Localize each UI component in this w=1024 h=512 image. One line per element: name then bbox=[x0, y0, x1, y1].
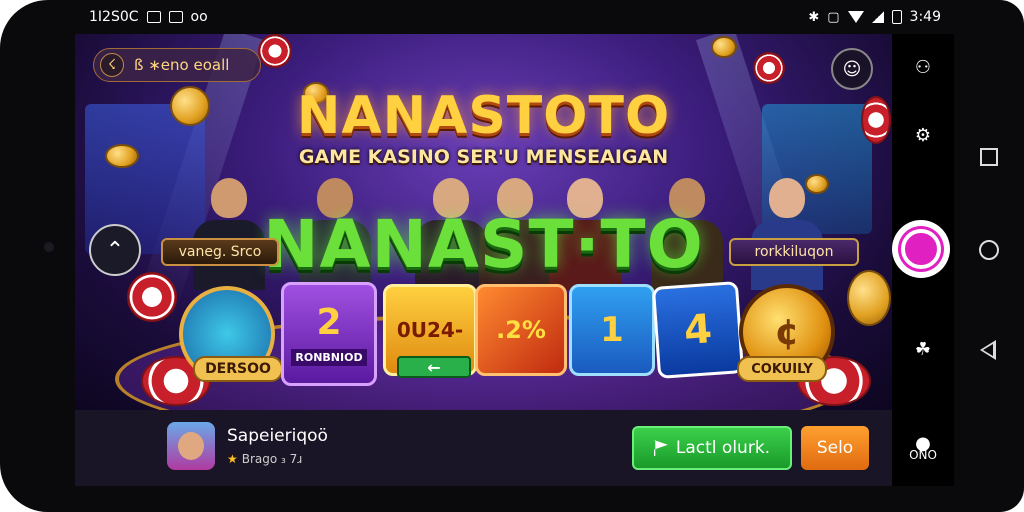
purple-tile-number: 2 bbox=[316, 302, 342, 343]
game-title-top: NANASTOTO bbox=[296, 86, 671, 146]
app-thumbnail[interactable] bbox=[167, 422, 215, 470]
toolbar-tool-button[interactable]: ☘ bbox=[906, 332, 940, 366]
install-button-label: Lactl olurk. bbox=[675, 438, 771, 458]
label-left: vaneg. Srco bbox=[161, 238, 279, 266]
bluetooth-icon: ✱ bbox=[808, 9, 820, 25]
secondary-button[interactable]: Selo bbox=[801, 426, 869, 470]
status-time: 3:49 bbox=[909, 9, 941, 25]
game-tile-purple[interactable]: 2 RONBNIOD bbox=[281, 282, 377, 386]
toolbar-notification-button[interactable]: ⚇ bbox=[906, 50, 940, 84]
chevron-up-icon: ⌃ bbox=[105, 237, 125, 263]
status-letters: oo bbox=[190, 9, 208, 25]
status-bar: 1I2S0C oo ✱ ▢ 3:49 bbox=[75, 4, 955, 30]
system-navbar bbox=[954, 110, 1024, 410]
notification-icon bbox=[146, 11, 161, 23]
toolbar-settings-button[interactable]: ⚙ bbox=[906, 118, 940, 152]
status-left-text: 1I2S0C bbox=[89, 9, 139, 25]
game-banner[interactable]: ☇ ß ∗eno eoall ☺ NANASTOTO GAME KASINO S… bbox=[75, 34, 892, 410]
toolbar-bottom-label: ONO bbox=[909, 448, 937, 462]
puzzle-icon: ☘ bbox=[914, 338, 932, 360]
label-right: rorkkiluqon bbox=[729, 238, 859, 266]
phone-frame: 1I2S0C oo ✱ ▢ 3:49 ☇ ß ∗eno eoall ☺ NANA… bbox=[0, 0, 1024, 512]
gear-icon: ⚙ bbox=[914, 124, 932, 146]
top-left-pill-label: ß ∗eno eoall bbox=[134, 56, 230, 74]
flag-icon bbox=[653, 440, 668, 456]
poker-chip-icon bbox=[258, 34, 292, 68]
coin-tile-label: COKUILY bbox=[737, 356, 827, 382]
green-arrow-bar[interactable]: ← bbox=[397, 356, 471, 378]
record-button[interactable] bbox=[892, 220, 950, 278]
secondary-button-label: Selo bbox=[816, 438, 854, 458]
back-icon-inner bbox=[983, 344, 993, 356]
right-toolbar: ⚇ ⚙ ☘ ● ONO bbox=[892, 34, 954, 486]
home-button[interactable] bbox=[979, 240, 999, 260]
wifi-icon bbox=[847, 11, 864, 23]
record-icon bbox=[901, 229, 941, 269]
bottom-bar: Sapeieriqoö ★ Brago ₃ 7ɹ Lactl olurk. Se… bbox=[75, 410, 892, 486]
game-subtitle: GAME KASINO SER'U MENSEAIGAN bbox=[298, 146, 669, 168]
vibrate-icon: ▢ bbox=[827, 9, 840, 25]
signal-icon bbox=[871, 11, 884, 23]
scroll-up-button[interactable]: ⌃ bbox=[89, 224, 141, 276]
arrow-left-icon: ← bbox=[427, 357, 441, 377]
battery-icon bbox=[891, 10, 902, 24]
app-name: Sapeieriqoö bbox=[227, 426, 328, 446]
cards-tile-text: 4 bbox=[682, 306, 714, 354]
gold-coin-icon bbox=[711, 36, 737, 58]
game-tile-cards[interactable]: 4 bbox=[651, 281, 745, 379]
app-meta-text: Brago ₃ 7ɹ bbox=[241, 452, 303, 466]
blue-tile-text: 1 bbox=[600, 310, 624, 350]
user-icon: ☺ bbox=[842, 58, 862, 80]
front-camera bbox=[44, 242, 54, 252]
poker-chip-icon bbox=[753, 52, 785, 84]
status-right: ✱ ▢ 3:49 bbox=[808, 9, 941, 25]
recents-button[interactable] bbox=[980, 148, 998, 166]
app-meta: ★ Brago ₃ 7ɹ bbox=[227, 452, 302, 466]
top-left-pill[interactable]: ☇ ß ∗eno eoall bbox=[93, 48, 261, 82]
profile-button[interactable]: ☺ bbox=[831, 48, 873, 90]
purple-tile-caption: RONBNIOD bbox=[291, 349, 367, 366]
star-icon: ★ bbox=[227, 452, 238, 466]
message-icon bbox=[168, 11, 183, 23]
coin-icon: ¢ bbox=[774, 311, 800, 353]
avatar-tile-label: DERSOO bbox=[193, 356, 283, 382]
yellow-tile-text: 0U24- bbox=[396, 318, 464, 342]
game-tile-blue[interactable]: 1 bbox=[569, 284, 655, 376]
status-left: 1I2S0C oo bbox=[89, 9, 208, 25]
bell-icon: ⚇ bbox=[914, 56, 932, 78]
game-tile-orange[interactable]: .2% bbox=[475, 284, 567, 376]
install-button[interactable]: Lactl olurk. bbox=[632, 426, 792, 470]
orange-tile-text: .2% bbox=[496, 316, 546, 344]
lightning-icon: ☇ bbox=[100, 53, 124, 77]
